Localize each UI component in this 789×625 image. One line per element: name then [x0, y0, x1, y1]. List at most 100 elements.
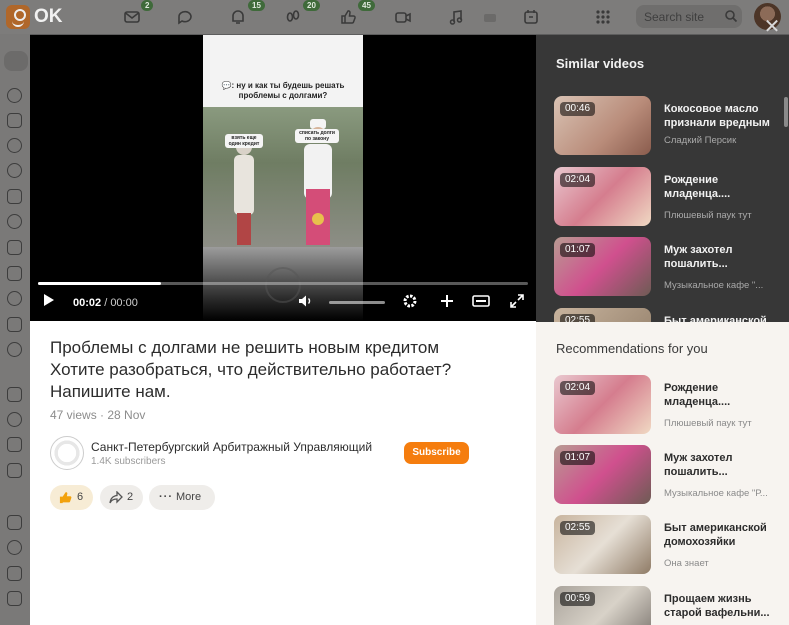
discussions-icon[interactable] — [176, 8, 194, 26]
compass-icon[interactable] — [7, 291, 22, 306]
guests-badge: 20 — [303, 0, 320, 11]
channel-name[interactable]: Санкт-Петербургский Арбитражный Управляю… — [91, 440, 372, 454]
video-card-channel: Она знает — [664, 558, 709, 569]
mini-player-icon[interactable] — [472, 294, 490, 313]
search-box — [636, 5, 742, 28]
similar-video-card[interactable]: 02:04 Рождение младенца.... Плюшевый пау… — [554, 167, 784, 227]
groups-icon[interactable] — [7, 214, 22, 229]
friends-icon[interactable] — [7, 163, 22, 178]
progress-bar[interactable] — [38, 282, 528, 285]
search-icon[interactable] — [724, 9, 738, 23]
fullscreen-icon[interactable] — [510, 294, 524, 313]
video-thumbnail: 02:04 — [554, 375, 651, 434]
channel-avatar[interactable] — [50, 436, 84, 470]
similar-video-card[interactable]: 00:46 Кокосовое масло признали вредным С… — [554, 96, 784, 156]
gifts-sidebar-icon[interactable] — [7, 266, 22, 281]
shop-icon[interactable] — [7, 437, 22, 452]
close-modal-button[interactable]: ✕ — [763, 17, 781, 37]
mail-ru-icon[interactable] — [7, 591, 22, 606]
hearts-icon[interactable] — [7, 342, 22, 357]
share-button[interactable]: 2 — [100, 485, 143, 510]
time-current: 00:02 — [73, 297, 102, 309]
ok-logo[interactable]: OK — [6, 5, 63, 29]
recommended-video-card[interactable]: 00:59 Прощаем жизнь старой вафельни... — [554, 586, 784, 625]
tools-icon[interactable] — [7, 463, 22, 478]
calendar-icon[interactable] — [522, 8, 540, 26]
top-navigation-bar: OK 2 15 20 45 — [0, 0, 789, 34]
scene-label-right: списать долги по закону — [295, 129, 339, 143]
likes-icon[interactable] — [339, 8, 357, 26]
video-views-date: 47 views · 28 Nov — [50, 408, 146, 422]
games-icon[interactable] — [7, 240, 22, 255]
video-card-channel: Сладкий Персик — [664, 135, 737, 146]
notifications-icon[interactable] — [229, 8, 247, 26]
scrollbar[interactable] — [784, 97, 788, 127]
more-button[interactable]: ··· More — [149, 485, 215, 510]
money-icon[interactable] — [7, 412, 22, 427]
recommended-video-card[interactable]: 01:07 Муж захотел пошалить... Музыкально… — [554, 445, 784, 505]
volume-icon[interactable] — [298, 294, 314, 313]
recommended-video-card[interactable]: 02:04 Рождение младенца.... Плюшевый пау… — [554, 375, 784, 435]
video-thumbnail: 01:07 — [554, 445, 651, 504]
video-duration: 02:55 — [560, 314, 596, 322]
settings-gear-icon[interactable] — [402, 293, 418, 314]
photos-icon[interactable] — [7, 189, 22, 204]
wallet-icon[interactable] — [7, 387, 22, 402]
video-thumbnail: 00:46 — [554, 96, 651, 155]
ok-logo-icon — [6, 5, 30, 29]
support-icon[interactable] — [7, 540, 22, 555]
messages-badge: 2 — [141, 0, 154, 11]
profile-icon[interactable] — [7, 88, 22, 103]
recommendations-title: Recommendations for you — [556, 341, 708, 356]
video-card-channel: Музыкальное кафе "Р... — [664, 488, 768, 499]
like-count: 6 — [77, 491, 84, 503]
scene-label-left: взять еще один кредит — [225, 134, 263, 148]
add-icon[interactable] — [439, 293, 455, 314]
video-duration: 00:59 — [560, 592, 596, 606]
more-label: More — [176, 491, 202, 503]
channel-subscribers: 1.4K subscribers — [91, 456, 166, 467]
apps-grid-icon[interactable] — [594, 8, 612, 26]
volume-slider[interactable] — [329, 301, 385, 304]
similar-video-card[interactable]: 01:07 Муж захотел пошалить... Музыкально… — [554, 237, 784, 297]
video-thumbnail: 02:55 — [554, 515, 651, 574]
video-info-panel: Проблемы с долгами не решить новым креди… — [30, 321, 536, 625]
person-left-figure — [229, 135, 259, 245]
video-thumbnail: 00:59 — [554, 586, 651, 625]
related-videos-panel: Similar videos 00:46 Кокосовое масло при… — [536, 35, 789, 625]
services-icon[interactable] — [7, 317, 22, 332]
time-total: 00:00 — [110, 297, 138, 309]
music-icon[interactable] — [447, 8, 465, 26]
video-card-title: Быт американской домохозяйки — [664, 522, 767, 548]
video-thumbnail: 02:55 — [554, 308, 651, 322]
video-duration: 00:46 — [560, 102, 596, 116]
bookmarks-icon[interactable] — [7, 515, 22, 530]
video-duration: 01:07 — [560, 451, 596, 465]
sidebar-search-pill[interactable] — [4, 51, 28, 71]
add-friend-icon[interactable] — [7, 566, 22, 581]
gifts-icon[interactable] — [481, 8, 499, 26]
video-caption: 💬: ну и как ты будешь решать проблемы с … — [221, 81, 345, 100]
logo-text: OK — [34, 6, 63, 27]
video-card-channel: Музыкальное кафе "... — [664, 280, 764, 291]
video-card-title: Рождение младенца.... — [664, 382, 731, 408]
home-icon[interactable] — [7, 113, 22, 128]
play-icon[interactable] — [42, 293, 56, 312]
video-icon[interactable] — [394, 8, 412, 26]
thumbs-up-icon — [59, 492, 72, 504]
notifications-badge: 15 — [248, 0, 265, 11]
similar-video-card[interactable]: 02:55 Быт американской — [554, 308, 784, 322]
hobby-icon[interactable] — [7, 138, 22, 153]
search-input[interactable] — [644, 9, 724, 24]
video-card-title: Прощаем жизнь старой вафельни... — [664, 593, 770, 619]
like-button[interactable]: 6 — [50, 485, 93, 510]
guests-icon[interactable] — [284, 8, 302, 26]
subscribe-button[interactable]: Subscribe — [404, 442, 469, 464]
messages-icon[interactable] — [123, 8, 141, 26]
left-sidebar — [0, 34, 30, 625]
time-display: 00:02 / 00:00 — [73, 297, 138, 309]
video-title: Проблемы с долгами не решить новым креди… — [50, 338, 452, 401]
video-player[interactable]: 💬: ну и как ты будешь решать проблемы с … — [30, 35, 536, 321]
recommended-video-card[interactable]: 02:55 Быт американской домохозяйки Она з… — [554, 515, 784, 575]
video-duration: 02:04 — [560, 381, 596, 395]
